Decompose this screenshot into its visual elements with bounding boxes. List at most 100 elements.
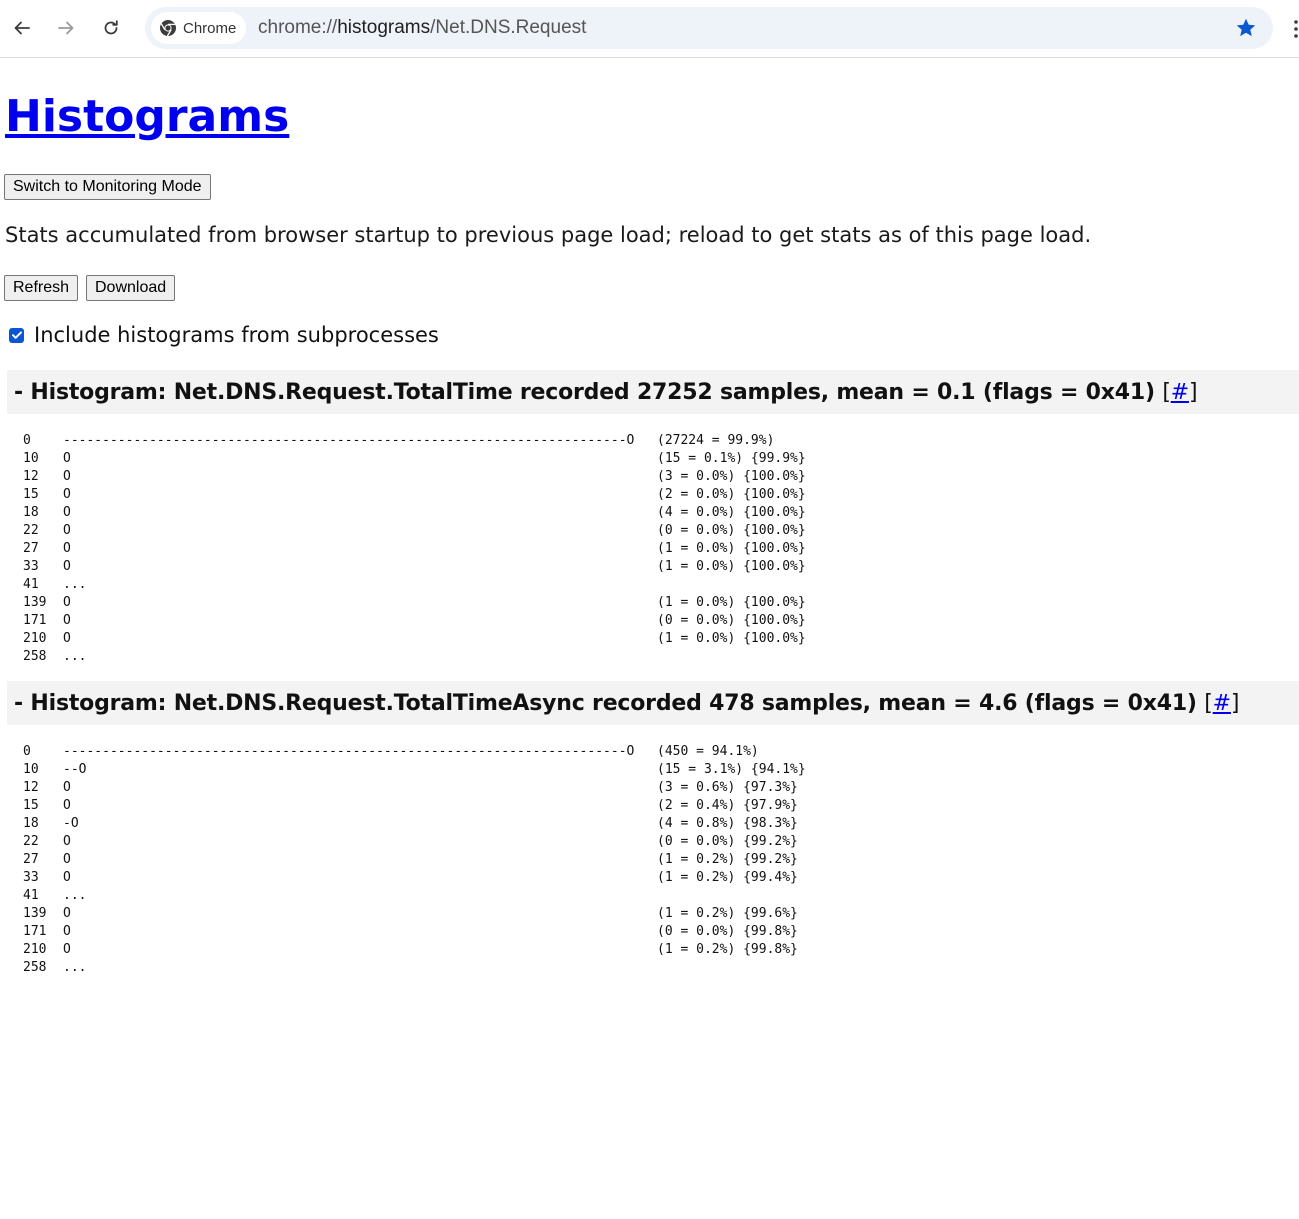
histogram-anchor-link[interactable]: #	[1171, 380, 1189, 405]
bucket-count: (2 = 0.4%) {97.9%}	[657, 798, 798, 813]
include-subprocesses-checkbox[interactable]	[9, 327, 24, 343]
stats-description: Stats accumulated from browser startup t…	[5, 223, 1092, 247]
bucket-bar: O	[63, 870, 71, 885]
download-button[interactable]: Download	[86, 275, 176, 301]
bucket-count: (15 = 0.1%) {99.9%}	[657, 451, 806, 466]
bucket-label: 15	[23, 798, 39, 813]
bucket-label: 27	[23, 541, 39, 556]
bucket-label: 33	[23, 870, 39, 885]
histogram-row: 41...	[7, 576, 1299, 594]
bracket-open: [	[1204, 690, 1213, 716]
bucket-bar: ...	[63, 960, 87, 975]
bucket-label: 139	[23, 906, 47, 921]
bucket-count: (0 = 0.0%) {100.0%}	[657, 523, 806, 538]
chrome-logo-icon	[160, 20, 176, 37]
bucket-bar: O	[63, 613, 71, 628]
bucket-label: 10	[23, 451, 39, 466]
bucket-label: 210	[23, 942, 47, 957]
bucket-count: (15 = 3.1%) {94.1%}	[657, 762, 806, 777]
bucket-label: 258	[23, 960, 47, 975]
histogram-row: 139 O (1 = 0.2%) {99.6%}	[7, 905, 1299, 923]
histogram-row: 18 O (4 = 0.0%) {100.0%}	[7, 504, 1299, 522]
histogram-row: 27 O (1 = 0.0%) {100.0%}	[7, 540, 1299, 558]
bookmark-star-icon[interactable]	[1235, 17, 1257, 39]
bucket-bar: O	[63, 469, 71, 484]
bucket-bar: ...	[63, 888, 87, 903]
bucket-label: 41	[23, 888, 39, 903]
bucket-count: (1 = 0.0%) {100.0%}	[657, 541, 806, 556]
bucket-count: (0 = 0.0%) {100.0%}	[657, 613, 806, 628]
histogram-anchor-link[interactable]: #	[1213, 691, 1231, 716]
bucket-count: (3 = 0.6%) {97.3%}	[657, 780, 798, 795]
histogram-row: 258...	[7, 648, 1299, 666]
bucket-label: 22	[23, 834, 39, 849]
bucket-label: 0	[23, 433, 31, 448]
reload-icon	[104, 20, 118, 35]
bucket-count: (1 = 0.0%) {100.0%}	[657, 631, 806, 646]
bucket-count: (1 = 0.0%) {100.0%}	[657, 559, 806, 574]
bucket-count: (1 = 0.2%) {99.6%}	[657, 906, 798, 921]
url-text[interactable]: chrome://histograms/Net.DNS.Request	[258, 17, 586, 39]
page-title: Histograms	[5, 91, 289, 142]
bucket-label: 0	[23, 744, 31, 759]
bracket-close: ]	[1230, 690, 1240, 716]
histogram-row: 139 O (1 = 0.0%) {100.0%}	[7, 594, 1299, 612]
bucket-count: (3 = 0.0%) {100.0%}	[657, 469, 806, 484]
histogram-row: 18 -O (4 = 0.8%) {98.3%}	[7, 815, 1299, 833]
histogram-row: 33 O (1 = 0.0%) {100.0%}	[7, 558, 1299, 576]
reload-button[interactable]	[95, 12, 127, 44]
browser-toolbar: Chrome chrome://histograms/Net.DNS.Reque…	[0, 0, 1299, 58]
bucket-bar: O	[63, 523, 71, 538]
bucket-label: 15	[23, 487, 39, 502]
bucket-count: (1 = 0.2%) {99.4%}	[657, 870, 798, 885]
bucket-count: (27224 = 99.9%)	[657, 433, 775, 448]
address-bar[interactable]: Chrome chrome://histograms/Net.DNS.Reque…	[145, 7, 1273, 49]
switch-monitoring-mode-button[interactable]: Switch to Monitoring Mode	[4, 174, 211, 200]
bucket-bar: O	[63, 780, 71, 795]
bucket-count: (450 = 94.1%)	[657, 744, 759, 759]
bucket-label: 27	[23, 852, 39, 867]
histogram-section: - Histogram: Net.DNS.Request.TotalTime r…	[7, 370, 1299, 666]
forward-button[interactable]	[50, 12, 82, 44]
bucket-label: 41	[23, 577, 39, 592]
histogram-row: 171 O (0 = 0.0%) {99.8%}	[7, 923, 1299, 941]
bucket-bar: O	[63, 798, 71, 813]
histogram-row: 22 O (0 = 0.0%) {99.2%}	[7, 833, 1299, 851]
bucket-bar: O	[63, 595, 71, 610]
bucket-count: (1 = 0.2%) {99.2%}	[657, 852, 798, 867]
bucket-count: (0 = 0.0%) {99.8%}	[657, 924, 798, 939]
histogram-header[interactable]: - Histogram: Net.DNS.Request.TotalTime r…	[7, 370, 1299, 414]
bucket-label: 171	[23, 613, 47, 628]
bucket-label: 210	[23, 631, 47, 646]
histogram-rows: 0 ---------------------------------------…	[7, 743, 1299, 977]
bucket-bar: ----------------------------------------…	[63, 433, 635, 448]
refresh-button[interactable]: Refresh	[4, 275, 79, 301]
menu-dots-icon[interactable]	[1293, 18, 1299, 40]
include-subprocesses-option[interactable]: Include histograms from subprocesses	[9, 323, 439, 347]
histogram-header[interactable]: - Histogram: Net.DNS.Request.TotalTimeAs…	[7, 681, 1299, 725]
histogram-row: 15 O (2 = 0.4%) {97.9%}	[7, 797, 1299, 815]
bucket-count: (4 = 0.8%) {98.3%}	[657, 816, 798, 831]
bucket-bar: O	[63, 631, 71, 646]
bracket-open: [	[1162, 379, 1171, 405]
forward-arrow-icon	[58, 21, 74, 35]
bucket-label: 171	[23, 924, 47, 939]
histogram-row: 12 O (3 = 0.0%) {100.0%}	[7, 468, 1299, 486]
bucket-bar: O	[63, 924, 71, 939]
bucket-bar: ...	[63, 649, 87, 664]
bucket-count: (0 = 0.0%) {99.2%}	[657, 834, 798, 849]
bucket-bar: O	[63, 852, 71, 867]
back-button[interactable]	[6, 12, 38, 44]
bucket-label: 139	[23, 595, 47, 610]
histogram-rows: 0 ---------------------------------------…	[7, 432, 1299, 666]
url-scheme: chrome://	[258, 17, 338, 38]
bracket-close: ]	[1188, 379, 1198, 405]
histogram-header-text: - Histogram: Net.DNS.Request.TotalTimeAs…	[14, 690, 1197, 716]
site-info-chip[interactable]: Chrome	[151, 12, 247, 44]
histogram-section: - Histogram: Net.DNS.Request.TotalTimeAs…	[7, 681, 1299, 977]
url-host: histograms	[337, 17, 431, 38]
histograms-title-link[interactable]: Histograms	[5, 91, 289, 142]
bucket-bar: O	[63, 942, 71, 957]
bucket-bar: ----------------------------------------…	[63, 744, 635, 759]
histogram-header-text: - Histogram: Net.DNS.Request.TotalTime r…	[14, 379, 1155, 405]
